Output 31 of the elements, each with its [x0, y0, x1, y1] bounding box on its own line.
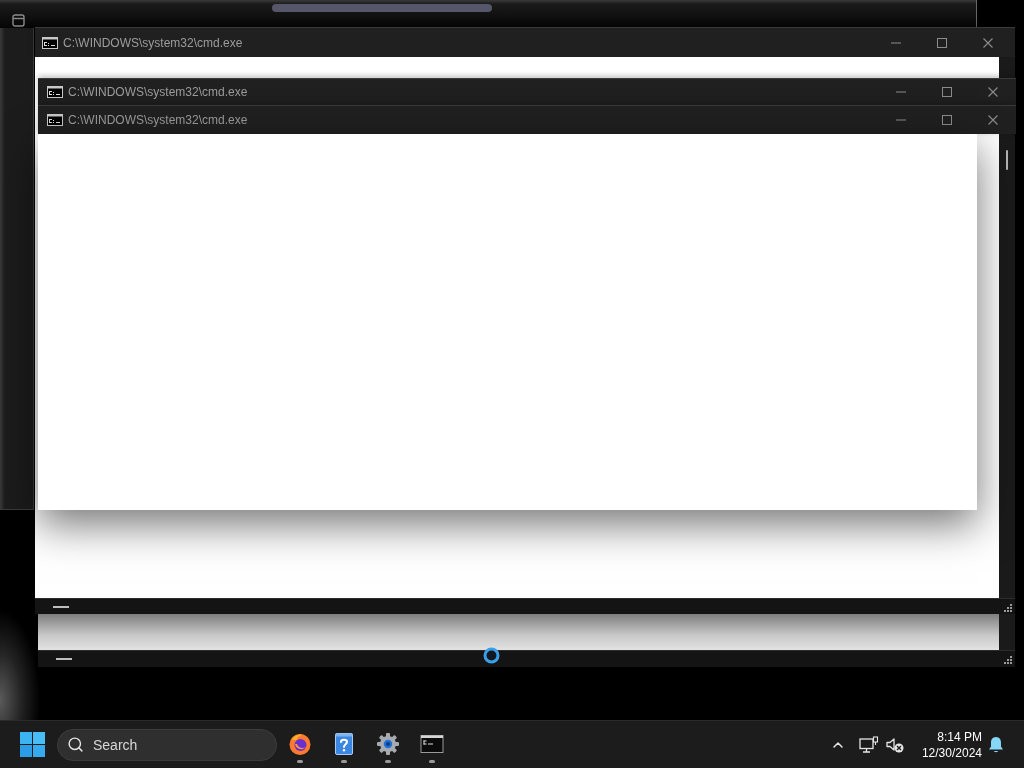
- window-title: C:\WINDOWS\system32\cmd.exe: [68, 113, 248, 127]
- dash-icon: [56, 658, 72, 660]
- maximize-icon: [937, 37, 947, 48]
- scrollbar[interactable]: [999, 614, 1015, 650]
- console-icon: [42, 36, 58, 49]
- network-icon: [859, 735, 879, 754]
- resize-grip-icon[interactable]: [1002, 601, 1012, 612]
- window-icon: [12, 14, 25, 27]
- help-icon: [332, 732, 356, 756]
- window-title: C:\WINDOWS\system32\cmd.exe: [63, 35, 243, 50]
- maximize-icon: [942, 115, 952, 125]
- scrollbar[interactable]: [999, 57, 1015, 598]
- scrollbar-thumb[interactable]: [1006, 150, 1008, 170]
- terminal-icon: [420, 732, 444, 756]
- scrollbar-thumb[interactable]: [272, 4, 492, 12]
- windows-logo-icon: [19, 732, 45, 757]
- console-icon: [47, 114, 63, 126]
- resize-grip-icon[interactable]: [1002, 654, 1012, 664]
- search-field[interactable]: Search: [57, 728, 277, 761]
- notification-bell-icon: [988, 735, 1004, 754]
- close-icon: [983, 37, 993, 48]
- browser-icon: [288, 732, 312, 756]
- search-icon: [67, 735, 84, 753]
- maximize-icon: [942, 87, 952, 97]
- dash-icon: [53, 605, 69, 608]
- console-icon: [47, 86, 63, 98]
- clock-button[interactable]: 8:14 PM 12/30/2024: [913, 724, 985, 765]
- close-icon: [988, 87, 998, 97]
- close-icon: [988, 115, 998, 125]
- window-title: C:\WINDOWS\system32\cmd.exe: [68, 85, 248, 99]
- settings-icon: [376, 732, 400, 756]
